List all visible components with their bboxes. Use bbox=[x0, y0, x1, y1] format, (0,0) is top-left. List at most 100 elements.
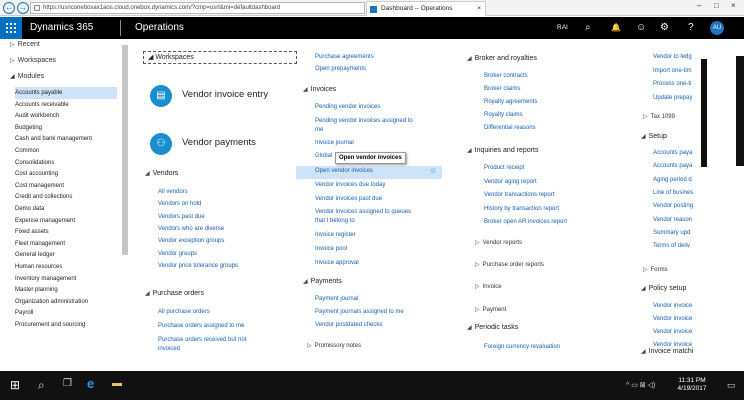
sidebar-item-module[interactable]: Master planning bbox=[15, 284, 117, 296]
payments-link[interactable]: Vendor postdated checks bbox=[315, 322, 382, 328]
setup-link[interactable]: Line of busines bbox=[653, 190, 693, 196]
payment-group[interactable]: ▷ Payment bbox=[475, 306, 506, 313]
sidebar-item-module[interactable]: General ledger bbox=[15, 249, 117, 261]
setup-link[interactable]: Vendor reason bbox=[653, 217, 692, 223]
column4-link[interactable]: Import one-tim bbox=[653, 68, 692, 74]
invoices-link[interactable]: Pending vendor invoices bbox=[315, 104, 380, 110]
invoices-link[interactable]: me bbox=[315, 127, 323, 133]
invoice-top-link[interactable]: Purchase agreements bbox=[315, 54, 374, 60]
sidebar-item-module[interactable]: Inventory management bbox=[15, 273, 117, 285]
promissory-notes-group[interactable]: ▷ Promissory notes bbox=[307, 342, 361, 349]
invoices-link[interactable]: Invoice journal bbox=[315, 140, 354, 146]
close-window-icon[interactable]: × bbox=[731, 1, 736, 10]
windows-start-icon[interactable]: ⊞ bbox=[10, 378, 20, 392]
notifications-icon[interactable]: ▭ bbox=[727, 380, 736, 391]
sidebar-item-module[interactable]: Accounts receivable bbox=[15, 99, 117, 111]
broker-link[interactable]: Broker claims bbox=[484, 86, 520, 92]
periodic-link[interactable]: Foreign currency revaluation bbox=[484, 344, 560, 350]
payments-link[interactable]: Payment journal bbox=[315, 296, 358, 302]
sidebar-item-module[interactable]: Cost accounting bbox=[15, 168, 117, 180]
invoices-link[interactable]: Vendor invoices assigned to queues bbox=[315, 209, 411, 215]
invoices-link[interactable]: Invoice register bbox=[315, 232, 356, 238]
app-launcher-icon[interactable] bbox=[0, 17, 22, 39]
invoices-link[interactable]: Invoice pool bbox=[315, 246, 347, 252]
purchase-orders-section-header[interactable]: ◢ Purchase orders bbox=[145, 290, 204, 297]
vendors-link[interactable]: Vendor groups bbox=[158, 251, 197, 257]
sidebar-item-module[interactable]: Organization administration bbox=[15, 296, 117, 308]
vendors-link[interactable]: Vendor price tolerance groups bbox=[158, 263, 238, 269]
search-icon[interactable]: ⌕ bbox=[38, 378, 45, 393]
inquiries-link[interactable]: Vendor transactions report bbox=[484, 192, 554, 198]
clock[interactable]: 11:31 PM 4/19/2017 bbox=[672, 377, 712, 393]
gear-icon[interactable]: ⚙ bbox=[660, 22, 669, 34]
invoices-link[interactable]: Open vendor invoices bbox=[315, 168, 373, 174]
invoice-matching-section-header[interactable]: ◢ Invoice matchi bbox=[641, 348, 693, 355]
invoices-link[interactable]: Vendor invoices due today bbox=[315, 182, 385, 188]
vendors-link[interactable]: Vendors who are diverse bbox=[158, 226, 224, 232]
invoice-top-link[interactable]: Open prepayments bbox=[315, 66, 366, 72]
sidebar-item-module[interactable]: Fleet management bbox=[15, 238, 117, 250]
sidebar-item-module[interactable]: Cash and bank management bbox=[15, 133, 117, 145]
bell-icon[interactable]: 🔔 bbox=[611, 22, 621, 34]
inquiries-reports-section-header[interactable]: ◢ Inquiries and reports bbox=[467, 147, 538, 154]
vendors-link[interactable]: All vendors bbox=[158, 189, 188, 195]
browser-tab[interactable]: Dashboard -- Operations × bbox=[366, 1, 486, 16]
setup-link[interactable]: Aging period d bbox=[653, 177, 692, 183]
setup-section-header[interactable]: ◢ Setup bbox=[641, 133, 667, 140]
help-icon[interactable]: ? bbox=[688, 22, 694, 34]
search-icon[interactable]: ⌕ bbox=[585, 22, 591, 34]
invoices-section-header[interactable]: ◢ Invoices bbox=[303, 86, 336, 93]
close-tab-icon[interactable]: × bbox=[477, 2, 481, 16]
sidebar-item-module[interactable]: Credit and collections bbox=[15, 191, 117, 203]
setup-link[interactable]: Vendor posting bbox=[653, 203, 693, 209]
avatar[interactable]: AU bbox=[710, 21, 724, 35]
purchase-order-reports-group[interactable]: ▷ Purchase order reports bbox=[475, 261, 544, 268]
app-name[interactable]: Dynamics 365 bbox=[30, 22, 93, 33]
forms-group[interactable]: ▷ Forms bbox=[643, 266, 668, 273]
vendors-link[interactable]: Vendor exception groups bbox=[158, 238, 224, 244]
sidebar-item-module[interactable]: Accounts payable bbox=[15, 87, 117, 99]
policy-link[interactable]: Vendor invoice bbox=[653, 316, 692, 322]
column4-link[interactable]: Update prepay bbox=[653, 95, 692, 101]
tile-vendor-payments[interactable]: ⚇ Vendor payments bbox=[135, 129, 275, 159]
inquiries-link[interactable]: History by transaction report bbox=[484, 206, 559, 212]
broker-link[interactable]: Royalty claims bbox=[484, 112, 523, 118]
policy-link[interactable]: Vendor invoice bbox=[653, 303, 692, 309]
policy-link[interactable]: Vendor invoice bbox=[653, 329, 692, 335]
invoices-link[interactable]: Pending vendor invoices assigned to bbox=[315, 118, 413, 124]
minimize-icon[interactable]: – bbox=[697, 1, 701, 10]
task-view-icon[interactable]: ❐ bbox=[63, 378, 72, 389]
payments-section-header[interactable]: ◢ Payments bbox=[303, 278, 342, 285]
broker-link[interactable]: Royalty agreements bbox=[484, 99, 537, 105]
address-bar[interactable]: https://usnconeboxax1aos.cloud.onebox.dy… bbox=[30, 2, 365, 14]
system-tray-icons[interactable]: ^ ▭ ⊠ ◁) bbox=[626, 381, 655, 389]
invoices-link[interactable]: Invoice approval bbox=[315, 260, 359, 266]
inquiries-link[interactable]: Broker open AR invoices report bbox=[484, 219, 567, 225]
vendor-reports-group[interactable]: ▷ Vendor reports bbox=[475, 239, 522, 246]
internet-explorer-icon[interactable]: e bbox=[87, 376, 94, 391]
sidebar-item-module[interactable]: Common bbox=[15, 145, 117, 157]
page-scrollbar[interactable] bbox=[736, 56, 744, 166]
sidebar-item-module[interactable]: Demo data bbox=[15, 203, 117, 215]
inquiries-link[interactable]: Product receipt bbox=[484, 165, 524, 171]
vendors-link[interactable]: Vendors past due bbox=[158, 214, 205, 220]
purchase-orders-link[interactable]: All purchase orders bbox=[158, 309, 210, 315]
nav-workspaces[interactable]: ▷ Workspaces bbox=[10, 57, 56, 64]
nav-scrollbar[interactable] bbox=[122, 45, 128, 255]
broker-link[interactable]: Broker contracts bbox=[484, 73, 528, 79]
file-explorer-icon[interactable]: ▬ bbox=[112, 378, 122, 389]
setup-link[interactable]: Accounts paya bbox=[653, 150, 692, 156]
invoices-link[interactable]: Global bbox=[315, 153, 332, 159]
nav-modules[interactable]: ◢ Modules bbox=[10, 73, 44, 80]
purchase-orders-link[interactable]: invoiced bbox=[158, 346, 180, 352]
periodic-tasks-section-header[interactable]: ◢ Periodic tasks bbox=[467, 324, 518, 331]
setup-link[interactable]: Terms of deliv bbox=[653, 243, 690, 249]
policy-setup-section-header[interactable]: ◢ Policy setup bbox=[641, 285, 686, 292]
sidebar-item-module[interactable]: Procurement and sourcing bbox=[15, 319, 117, 331]
legal-entity-button[interactable]: RAI bbox=[557, 24, 568, 31]
tile-vendor-invoice-entry[interactable]: ▤ Vendor invoice entry bbox=[135, 81, 275, 111]
forward-button[interactable]: → bbox=[17, 2, 29, 14]
vendors-section-header[interactable]: ◢ Vendors bbox=[145, 170, 178, 177]
invoices-link[interactable]: Vendor invoices past due bbox=[315, 196, 382, 202]
purchase-orders-link[interactable]: Purchase orders assigned to me bbox=[158, 323, 244, 329]
